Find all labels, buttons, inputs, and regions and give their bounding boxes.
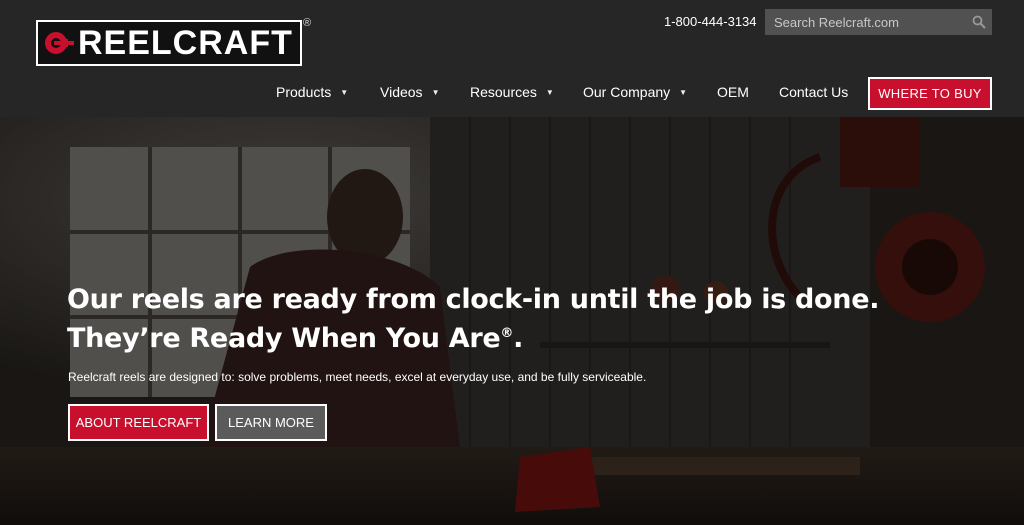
reelcraft-logo[interactable]: REELCRAFT xyxy=(36,20,302,66)
headline-line-2: They’re Ready When You Are®. xyxy=(67,323,524,354)
registered-mark: ® xyxy=(303,17,312,29)
nav-item-contact-us[interactable]: Contact Us xyxy=(779,84,848,100)
nav-item-oem[interactable]: OEM xyxy=(717,84,749,100)
hero-banner: Our reels are ready from clock-in until … xyxy=(0,117,1024,525)
nav-label: Videos xyxy=(380,84,423,100)
nav-item-videos[interactable]: Videos ▼ xyxy=(380,84,439,100)
hero-subtext: Reelcraft reels are designed to: solve p… xyxy=(68,370,647,384)
nav-item-products[interactable]: Products ▼ xyxy=(276,84,348,100)
caret-down-icon: ▼ xyxy=(545,87,554,97)
caret-down-icon: ▼ xyxy=(679,87,688,97)
search-box xyxy=(765,9,992,35)
caret-down-icon: ▼ xyxy=(340,87,349,97)
phone-number[interactable]: 1-800-444-3134 xyxy=(664,14,757,29)
hero-headline: Our reels are ready from clock-in until … xyxy=(67,283,880,356)
logo-wordmark: REELCRAFT xyxy=(78,24,293,62)
nav-label: Products xyxy=(276,84,332,100)
search-input[interactable] xyxy=(772,13,966,31)
caret-down-icon: ▼ xyxy=(431,87,440,97)
learn-more-button[interactable]: LEARN MORE xyxy=(215,404,327,441)
nav-item-resources[interactable]: Resources ▼ xyxy=(470,84,554,100)
nav-label: Resources xyxy=(470,84,537,100)
nav-label: Our Company xyxy=(583,84,671,100)
where-to-buy-button[interactable]: WHERE TO BUY xyxy=(868,77,992,110)
registered-mark: ® xyxy=(500,326,514,341)
nav-label: OEM xyxy=(717,84,749,100)
reel-logo-icon xyxy=(45,32,74,54)
nav-label: Contact Us xyxy=(779,84,849,100)
headline-line-1: Our reels are ready from clock-in until … xyxy=(67,284,880,315)
search-icon[interactable] xyxy=(972,15,986,29)
nav-item-our-company[interactable]: Our Company ▼ xyxy=(583,84,687,100)
about-reelcraft-button[interactable]: ABOUT REELCRAFT xyxy=(68,404,209,441)
site-header: REELCRAFT ® 1-800-444-3134 Products ▼ Vi… xyxy=(0,0,1024,117)
